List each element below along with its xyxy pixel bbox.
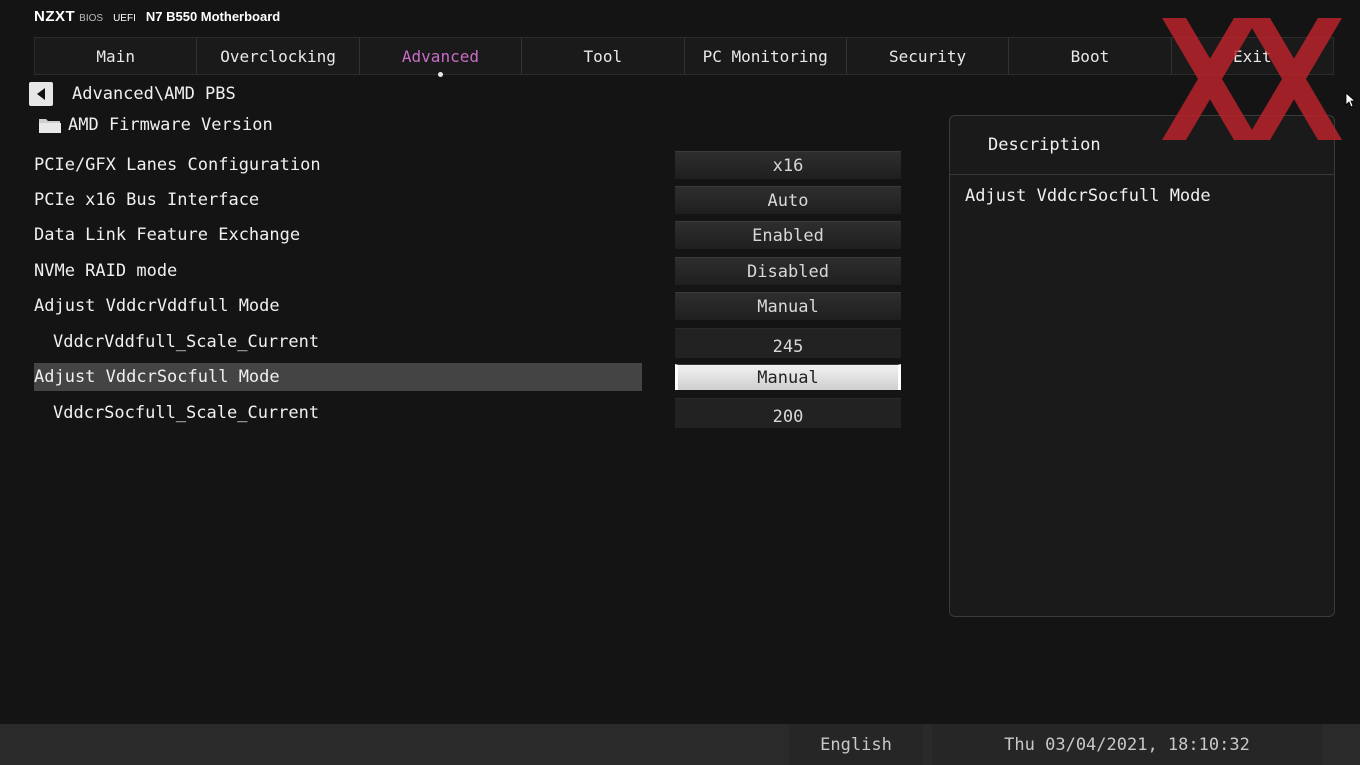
bios-label: BIOS (79, 13, 104, 24)
submenu-label: AMD Firmware Version (68, 115, 273, 135)
tab-advanced[interactable]: Advanced (360, 38, 523, 77)
folder-icon (39, 119, 61, 133)
tab-pc-monitoring[interactable]: PC Monitoring (685, 38, 847, 74)
tab-main[interactable]: Main (35, 38, 198, 74)
main-tab-bar: Main Overclocking Advanced Tool PC Monit… (34, 37, 1334, 77)
value-pcie-x16-bus-interface[interactable]: Auto (675, 186, 901, 214)
status-bar: English Thu 03/04/2021, 18:10:32 (0, 724, 1360, 765)
setting-data-link-feature-exchange[interactable]: Data Link Feature Exchange (34, 221, 642, 249)
uefi-label: UEFI (113, 13, 136, 24)
system-datetime: Thu 03/04/2021, 18:10:32 (932, 724, 1322, 765)
mouse-cursor-icon (1345, 92, 1355, 108)
back-arrow-icon (37, 88, 45, 100)
value-adjust-vddcrvddfull-mode[interactable]: Manual (675, 292, 901, 320)
value-pcie-gfx-lanes-configuration[interactable]: x16 (675, 151, 901, 179)
tab-boot[interactable]: Boot (1009, 38, 1172, 74)
setting-pcie-x16-bus-interface[interactable]: PCIe x16 Bus Interface (34, 186, 642, 214)
tab-tool[interactable]: Tool (522, 38, 685, 74)
description-text: Adjust VddcrSocfull Mode (965, 186, 1211, 206)
setting-nvme-raid-mode[interactable]: NVMe RAID mode (34, 257, 642, 285)
setting-adjust-vddcrvddfull-mode[interactable]: Adjust VddcrVddfull Mode (34, 292, 642, 320)
description-title: Description (950, 116, 1334, 175)
value-data-link-feature-exchange[interactable]: Enabled (675, 221, 901, 249)
setting-adjust-vddcrsocfull-mode[interactable]: Adjust VddcrSocfull Mode (34, 363, 642, 391)
tab-exit[interactable]: Exit (1172, 38, 1333, 74)
value-nvme-raid-mode[interactable]: Disabled (675, 257, 901, 285)
brand-logo: NZXT (34, 8, 76, 25)
value-adjust-vddcrsocfull-mode[interactable]: Manual (675, 364, 901, 390)
description-panel: Description Adjust VddcrSocfull Mode (949, 115, 1335, 617)
setting-vddcrvddfull-scale-current[interactable]: VddcrVddfull_Scale_Current (34, 328, 642, 356)
setting-vddcrsocfull-scale-current[interactable]: VddcrSocfull_Scale_Current (34, 399, 642, 427)
setting-pcie-gfx-lanes-configuration[interactable]: PCIe/GFX Lanes Configuration (34, 151, 642, 179)
motherboard-model: N7 B550 Motherboard (145, 9, 281, 24)
submenu-amd-firmware-version[interactable]: AMD Firmware Version (38, 115, 273, 135)
language-selector[interactable]: English (789, 724, 923, 765)
tab-security[interactable]: Security (847, 38, 1010, 74)
breadcrumb: Advanced\AMD PBS (72, 84, 236, 104)
input-vddcrsocfull-scale-current[interactable]: 200 (675, 398, 901, 428)
tab-overclocking[interactable]: Overclocking (197, 38, 360, 74)
input-vddcrvddfull-scale-current[interactable]: 245 (675, 328, 901, 358)
back-button[interactable] (29, 82, 53, 106)
bios-header: NZXT BIOS UEFI N7 B550 Motherboard (34, 8, 280, 28)
